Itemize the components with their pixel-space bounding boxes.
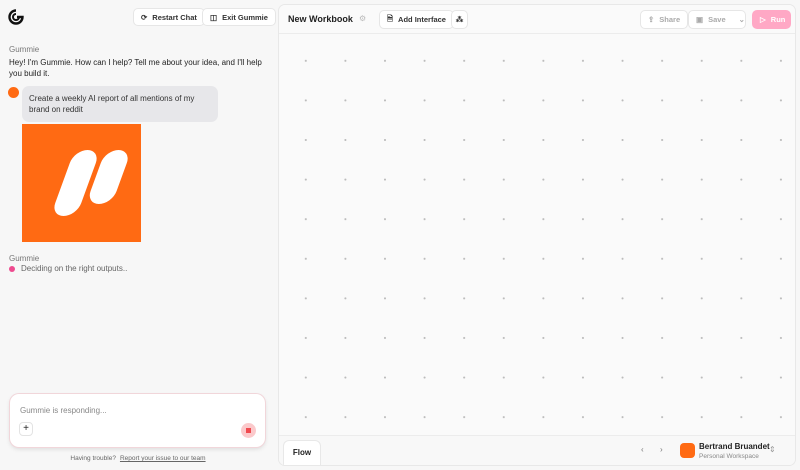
forward-arrow-icon[interactable]: ›	[660, 445, 663, 454]
workbook-toolbar: New Workbook ⚙ 🗎 Add Interface ⁂ ⇪ Share ▣…	[279, 5, 795, 34]
tab-flow[interactable]: Flow	[283, 440, 321, 465]
restart-chat-button[interactable]: ⟳ Restart Chat	[133, 8, 205, 26]
share-icon: ⇪	[648, 15, 655, 24]
workbook-panel: New Workbook ⚙ 🗎 Add Interface ⁂ ⇪ Share ▣…	[278, 4, 796, 466]
user-message: Create a weekly AI report of all mention…	[22, 86, 218, 122]
flow-canvas[interactable]	[279, 34, 795, 435]
input-placeholder: Gummie is responding...	[20, 406, 107, 415]
workbook-footer: Flow ‹ › Bertrand Bruandet Personal Work…	[279, 435, 795, 465]
play-icon: ▷	[760, 15, 766, 24]
assistant-message: Hey! I'm Gummie. How can I help? Tell me…	[9, 58, 262, 78]
panel-icon: ◫	[210, 12, 218, 22]
run-button[interactable]: ▷ Run	[752, 10, 791, 29]
status-indicator: Deciding on the right outputs..	[9, 264, 127, 273]
file-icon: 🗎	[387, 14, 394, 23]
add-interface-button[interactable]: 🗎 Add Interface	[379, 10, 454, 29]
brand-logo-image	[22, 124, 141, 242]
chat-panel: ⟳ Restart Chat ◫ Exit Gummie Gummie Hey! I…	[0, 0, 276, 470]
user-avatar	[8, 87, 19, 98]
workspace-avatar	[680, 443, 695, 458]
save-icon: ▣	[696, 15, 704, 24]
nodes-icon: ⁂	[455, 15, 464, 24]
exit-gummie-button[interactable]: ◫ Exit Gummie	[202, 8, 276, 26]
refresh-icon: ⟳	[141, 12, 148, 22]
workspace-switcher-icon[interactable]: ⇕	[769, 445, 776, 454]
save-button[interactable]: ▣ Save ⌄	[688, 10, 746, 29]
help-footer: Having trouble? Report your issue to our …	[70, 455, 206, 462]
stop-icon	[246, 428, 251, 433]
chat-input[interactable]: Gummie is responding... +	[10, 394, 265, 447]
assistant-name: Gummie	[9, 254, 40, 263]
share-button[interactable]: ⇪ Share	[640, 10, 689, 29]
workbook-title[interactable]: New Workbook	[288, 14, 353, 24]
gummie-logo-icon	[8, 9, 24, 25]
nodes-button[interactable]: ⁂	[451, 10, 468, 29]
status-dot-icon	[9, 265, 15, 272]
report-issue-link[interactable]: Report your issue to our team	[120, 455, 206, 462]
workspace-name: Personal Workspace	[699, 453, 759, 460]
chevron-down-icon[interactable]: ⌄	[739, 15, 745, 24]
user-name: Bertrand Bruandet	[699, 442, 770, 451]
assistant-name: Gummie	[9, 45, 40, 54]
settings-icon[interactable]: ⚙	[359, 14, 366, 23]
back-arrow-icon[interactable]: ‹	[641, 445, 644, 454]
add-attachment-button[interactable]: +	[19, 422, 33, 436]
stop-button[interactable]	[241, 423, 256, 438]
